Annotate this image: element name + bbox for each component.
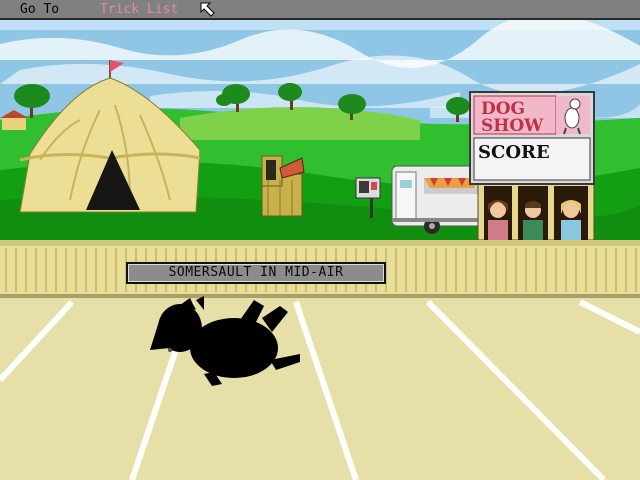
score-label: SCORE	[478, 142, 550, 163]
dog-logo-icon	[556, 96, 590, 135]
menu-trick-list[interactable]: Trick List	[100, 2, 178, 18]
judge	[488, 200, 508, 240]
menu-goto[interactable]: Go To	[20, 2, 59, 18]
trailer	[391, 165, 483, 234]
judge	[561, 200, 581, 240]
judges-stand	[477, 175, 595, 241]
arena-floor	[0, 298, 640, 480]
trick-caption: SOMERSAULT IN MID-AIR	[126, 262, 386, 284]
menu-bar: Go To Trick List	[0, 0, 640, 20]
game-scene: DOG SHOW SCORE	[0, 20, 640, 480]
sign-line-show: SHOW	[481, 116, 544, 136]
judge	[523, 201, 543, 240]
dog-show-sign: DOG SHOW SCORE	[469, 91, 595, 185]
arrow-cursor-icon	[200, 2, 215, 17]
